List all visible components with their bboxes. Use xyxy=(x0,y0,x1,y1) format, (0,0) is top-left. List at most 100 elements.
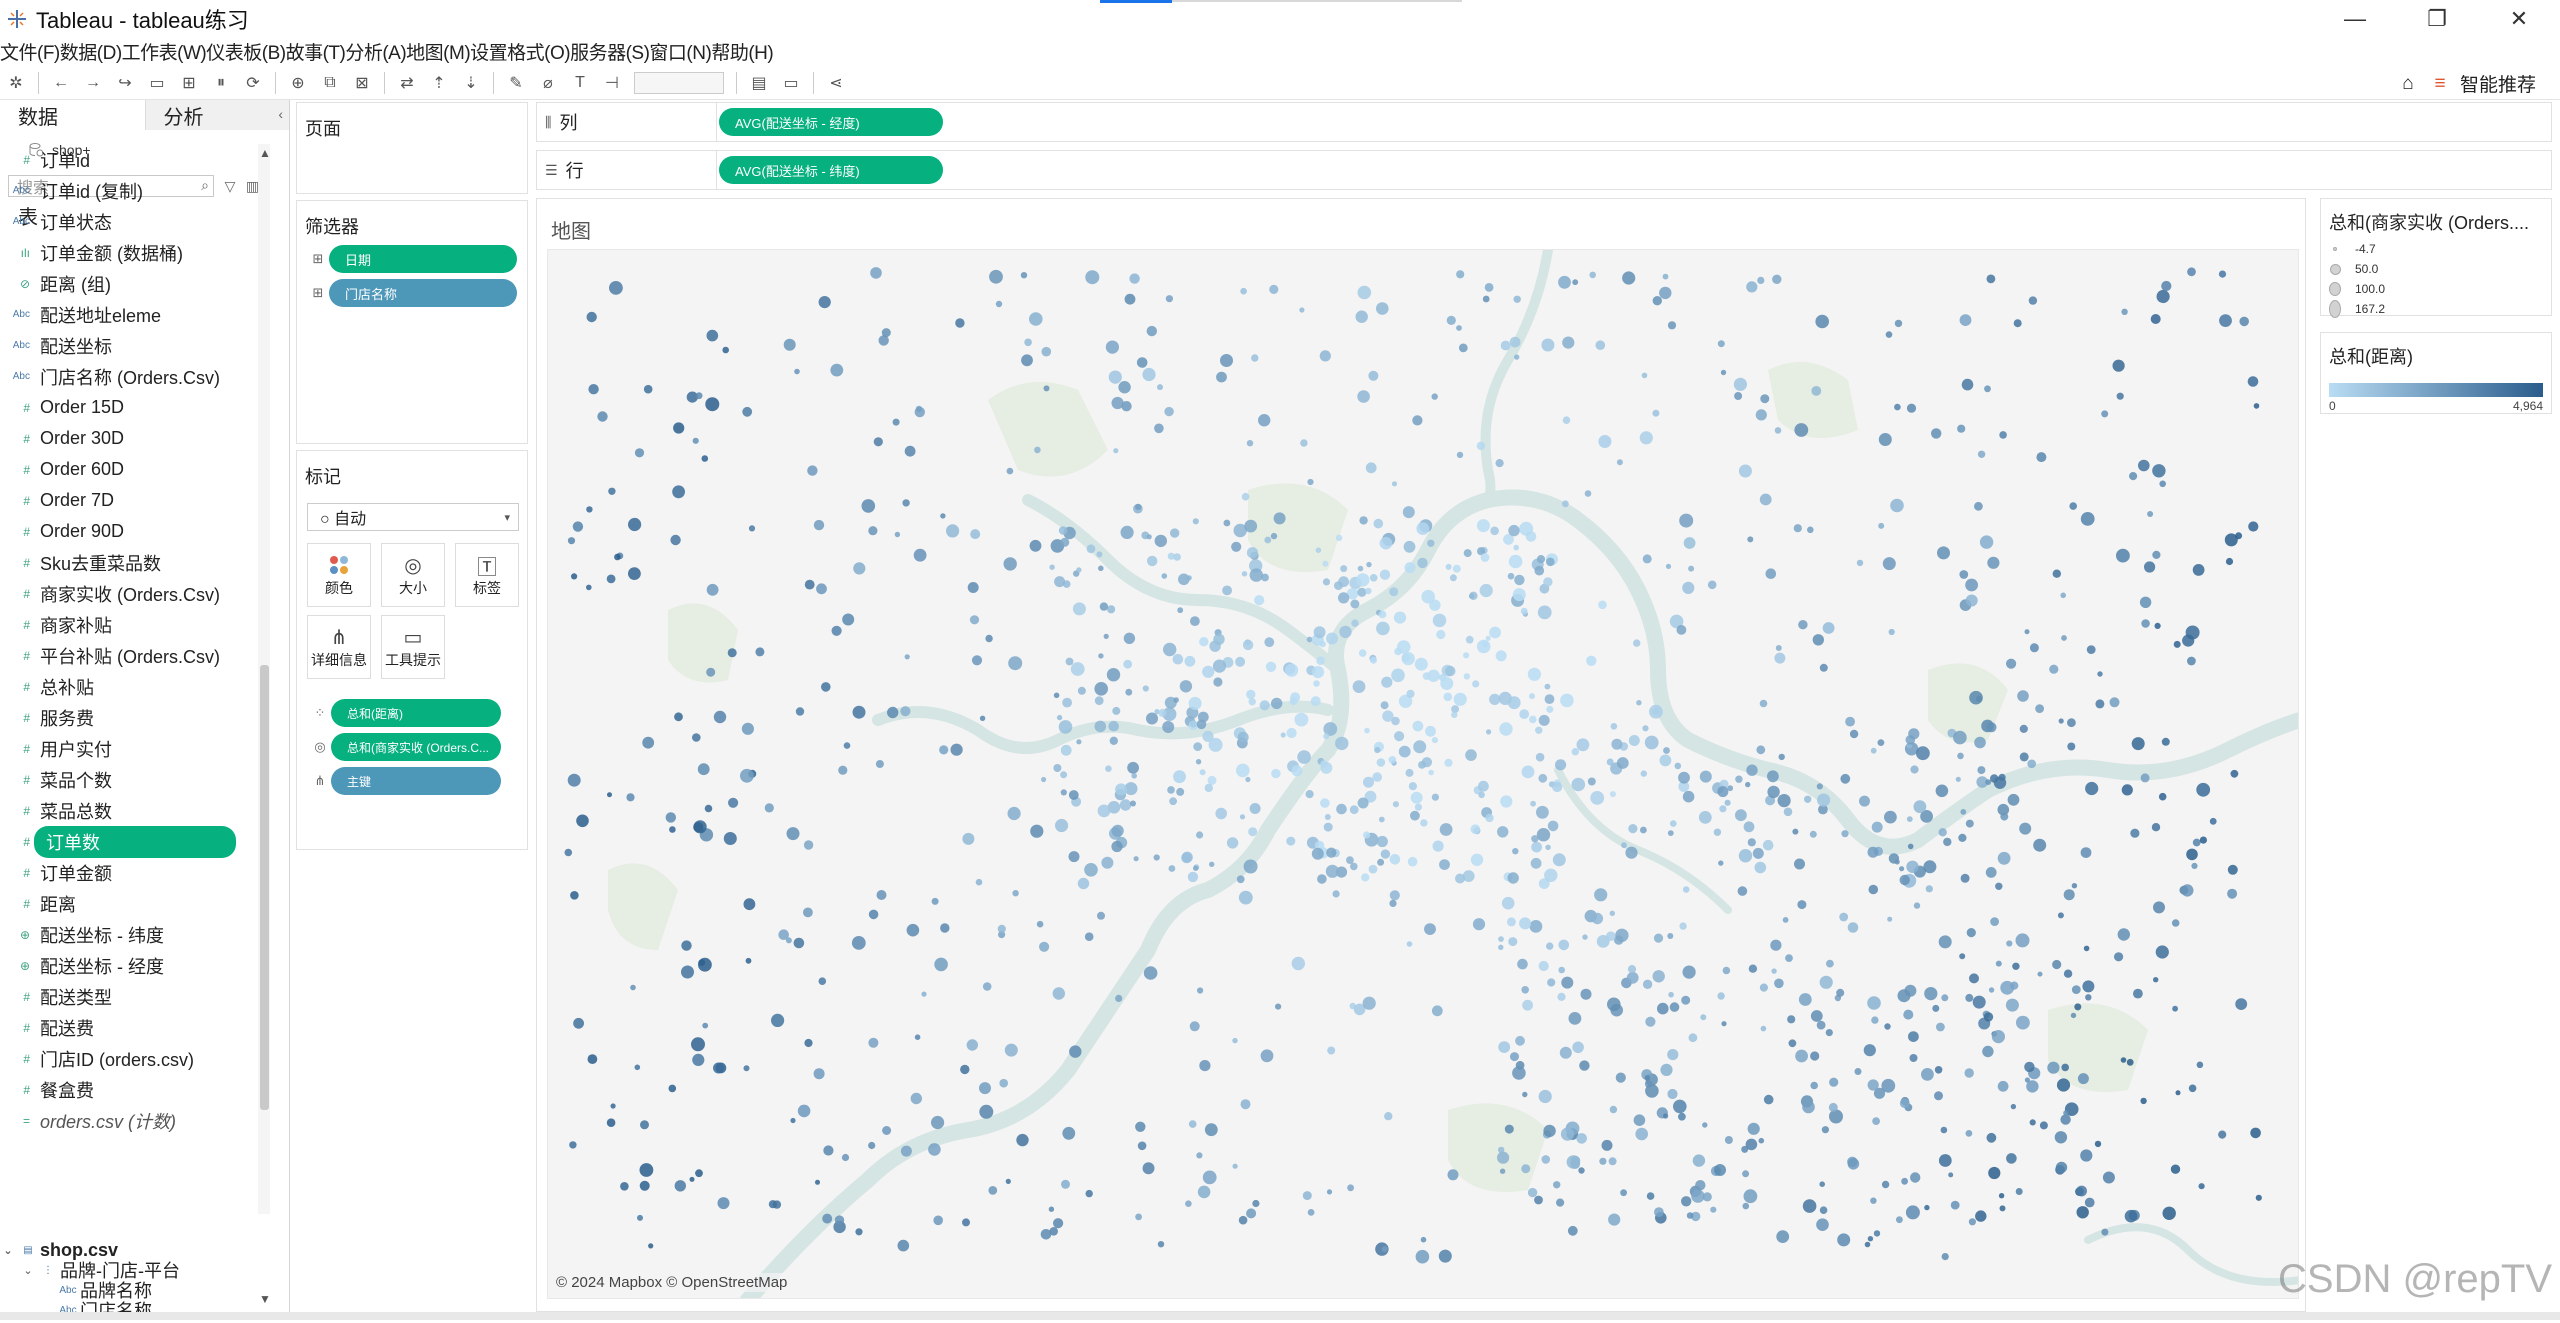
map-point[interactable] xyxy=(673,422,684,433)
filter-pill-store[interactable]: 门店名称 xyxy=(329,279,517,307)
map-point[interactable] xyxy=(1703,1192,1712,1201)
map-point[interactable] xyxy=(1428,770,1434,776)
map-point[interactable] xyxy=(620,1182,629,1191)
map-point[interactable] xyxy=(1900,1098,1910,1108)
map-point[interactable] xyxy=(1432,1005,1443,1016)
map-point[interactable] xyxy=(1562,500,1569,507)
map-point[interactable] xyxy=(1747,536,1753,542)
map-point[interactable] xyxy=(1260,700,1270,710)
map-point[interactable] xyxy=(2235,532,2242,539)
sort-desc-icon[interactable]: ⇣ xyxy=(458,70,484,96)
map-point[interactable] xyxy=(1795,1050,1808,1063)
map-point[interactable] xyxy=(1590,791,1604,805)
map-point[interactable] xyxy=(823,1145,833,1155)
map-point[interactable] xyxy=(1784,808,1793,817)
map-point[interactable] xyxy=(1577,738,1590,751)
map-point[interactable] xyxy=(1166,295,1173,302)
map-point[interactable] xyxy=(1901,1178,1908,1185)
map-point[interactable] xyxy=(1904,985,1916,997)
map-point[interactable] xyxy=(1106,341,1119,354)
map-point[interactable] xyxy=(2060,1114,2070,1124)
map-point[interactable] xyxy=(1390,854,1401,865)
map-point[interactable] xyxy=(1942,1253,1949,1260)
map-point[interactable] xyxy=(2025,629,2030,634)
map-point[interactable] xyxy=(1634,1114,1646,1126)
map-point[interactable] xyxy=(587,312,597,322)
map-point[interactable] xyxy=(1508,573,1515,580)
map-point[interactable] xyxy=(1822,1126,1829,1133)
map-point[interactable] xyxy=(2193,839,2201,847)
map-point[interactable] xyxy=(1794,859,1805,870)
map-point[interactable] xyxy=(2161,281,2171,291)
map-point[interactable] xyxy=(1127,762,1139,774)
map-point[interactable] xyxy=(1668,992,1674,998)
map-point[interactable] xyxy=(1109,371,1122,384)
map-point[interactable] xyxy=(2125,1210,2138,1223)
map-point[interactable] xyxy=(794,369,800,375)
map-point[interactable] xyxy=(714,711,726,723)
map-point[interactable] xyxy=(2064,889,2075,900)
map-point[interactable] xyxy=(821,682,831,692)
map-point[interactable] xyxy=(1659,287,1671,299)
map-point[interactable] xyxy=(1714,1164,1726,1176)
map-point[interactable] xyxy=(1975,1210,1986,1221)
map-point[interactable] xyxy=(1556,1199,1564,1207)
pause-icon[interactable]: ⏸ xyxy=(208,70,234,96)
map-point[interactable] xyxy=(1131,773,1137,779)
map-point[interactable] xyxy=(1826,1029,1833,1036)
map-point[interactable] xyxy=(979,1105,993,1119)
map-point[interactable] xyxy=(1227,837,1238,848)
map-point[interactable] xyxy=(769,1200,777,1208)
new-datasource-icon[interactable]: ⊞ xyxy=(176,70,202,96)
marks-pill-merchant-income[interactable]: 总和(商家实收 (Orders.C... xyxy=(331,733,501,761)
map-point[interactable] xyxy=(2199,1183,2205,1189)
map-point[interactable] xyxy=(1098,805,1111,818)
map-point[interactable] xyxy=(1539,961,1549,971)
map-point[interactable] xyxy=(2235,998,2247,1010)
map-point[interactable] xyxy=(1358,566,1364,572)
field-item[interactable]: #配送类型 xyxy=(0,981,260,1012)
map-point[interactable] xyxy=(611,1103,616,1108)
map-point[interactable] xyxy=(1295,713,1309,727)
map-point[interactable] xyxy=(1464,549,1472,557)
map-point[interactable] xyxy=(1763,840,1774,851)
map-point[interactable] xyxy=(1005,1044,1018,1057)
map-point[interactable] xyxy=(706,668,715,677)
map-point[interactable] xyxy=(1120,799,1131,810)
map-point[interactable] xyxy=(1906,861,1918,873)
map-point[interactable] xyxy=(1138,1142,1147,1151)
map-point[interactable] xyxy=(1725,1136,1733,1144)
map-point[interactable] xyxy=(1899,866,1904,871)
map-point[interactable] xyxy=(1496,459,1504,467)
map-point[interactable] xyxy=(1878,523,1884,529)
map-point[interactable] xyxy=(1486,729,1491,734)
map-point[interactable] xyxy=(1076,739,1081,744)
map-point[interactable] xyxy=(900,706,910,716)
map-point[interactable] xyxy=(1886,331,1893,338)
map-point[interactable] xyxy=(1370,574,1378,582)
map-point[interactable] xyxy=(1404,541,1416,553)
map-point[interactable] xyxy=(1213,634,1224,645)
map-point[interactable] xyxy=(1053,1218,1063,1228)
map-point[interactable] xyxy=(1813,634,1824,645)
map-point[interactable] xyxy=(1306,790,1314,798)
map-point[interactable] xyxy=(2040,1121,2048,1129)
map-point[interactable] xyxy=(1958,834,1966,842)
map-point[interactable] xyxy=(2095,1141,2101,1147)
map-point[interactable] xyxy=(1366,462,1377,473)
map-point[interactable] xyxy=(1810,831,1817,838)
map-point[interactable] xyxy=(1016,1134,1028,1146)
map-point[interactable] xyxy=(1185,1200,1192,1207)
map-point[interactable] xyxy=(640,1120,649,1129)
map-point[interactable] xyxy=(607,792,612,797)
map-point[interactable] xyxy=(586,585,592,591)
map-point[interactable] xyxy=(2121,309,2127,315)
map-point[interactable] xyxy=(744,898,756,910)
map-point[interactable] xyxy=(2057,1078,2070,1091)
map-point[interactable] xyxy=(1871,748,1877,754)
map-point[interactable] xyxy=(819,296,831,308)
map-point[interactable] xyxy=(1517,959,1528,970)
map-point[interactable] xyxy=(1567,1155,1581,1169)
map-point[interactable] xyxy=(2033,839,2046,852)
map-point[interactable] xyxy=(1481,553,1490,562)
